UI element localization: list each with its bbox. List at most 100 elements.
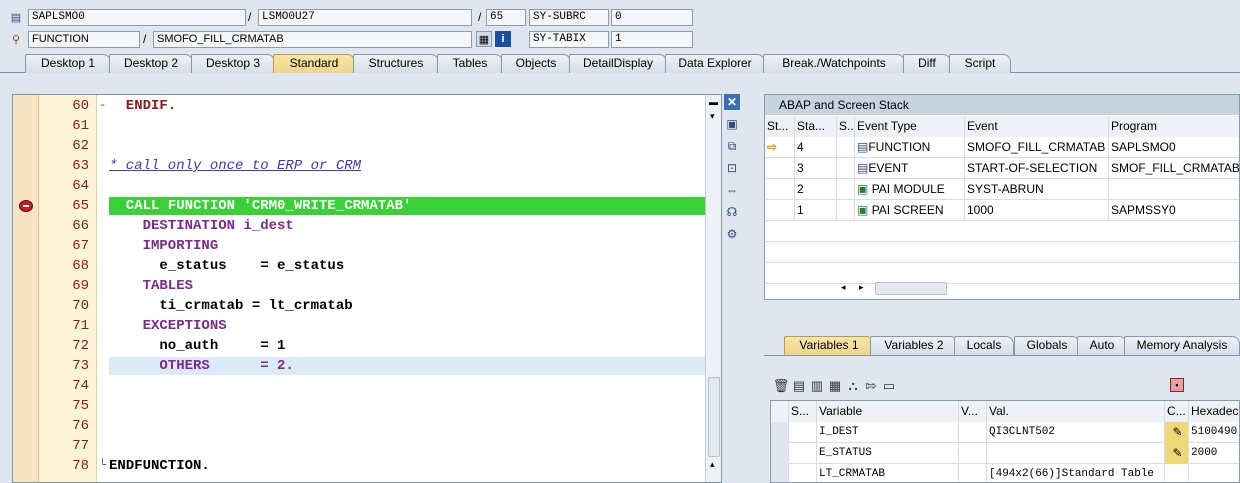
code-line-cursor[interactable]: 73 OTHERS = 2. bbox=[13, 356, 705, 376]
table-row[interactable]: I_DEST QI3CLNT502 ✎ 5100490 bbox=[771, 422, 1239, 443]
variable-name-cell[interactable]: E_STATUS bbox=[817, 443, 959, 464]
copy-icon[interactable]: ⧉ bbox=[724, 138, 740, 154]
program-field[interactable]: SAPLSMO0 bbox=[28, 9, 246, 26]
table-row[interactable]: ⇨ 4 ▤FUNCTION SMOFO_FILL_CRMATAB SAPLSMO… bbox=[765, 137, 1239, 158]
column-header[interactable]: Variable bbox=[817, 401, 959, 422]
value-cell[interactable] bbox=[987, 443, 1165, 464]
column-header[interactable]: St... bbox=[765, 116, 795, 137]
line-field[interactable]: 65 bbox=[486, 9, 526, 26]
variable-name-cell[interactable]: I_DEST bbox=[817, 422, 959, 443]
code-line[interactable]: 74 bbox=[13, 376, 705, 396]
navigate-icon[interactable]: ⇰ bbox=[862, 378, 880, 394]
table-row[interactable]: E_STATUS ✎ 2000 bbox=[771, 443, 1239, 464]
table-row[interactable]: 2 ▣ PAI MODULE SYST-ABRUN bbox=[765, 179, 1239, 200]
tab-desktop-1[interactable]: Desktop 1 bbox=[25, 54, 111, 73]
maximize-icon[interactable]: ⊡ bbox=[724, 160, 740, 176]
column-header[interactable]: Val. bbox=[987, 401, 1165, 422]
column-header[interactable]: Event bbox=[965, 116, 1109, 137]
code-line[interactable]: 60 - ENDIF. bbox=[13, 96, 705, 116]
tab-variables-2[interactable]: Variables 2 bbox=[870, 336, 958, 355]
tab-desktop-3[interactable]: Desktop 3 bbox=[191, 54, 275, 73]
display-icon[interactable]: ▦ bbox=[476, 31, 492, 47]
delete-icon[interactable]: 🗑 bbox=[772, 378, 790, 394]
code-line[interactable]: 68 e_status = e_status bbox=[13, 256, 705, 276]
tab-objects[interactable]: Objects bbox=[501, 54, 571, 73]
headset-icon[interactable]: ☊ bbox=[724, 204, 740, 220]
code-line[interactable]: 77 bbox=[13, 436, 705, 456]
tab-data-explorer[interactable]: Data Explorer bbox=[665, 54, 765, 73]
column-header[interactable]: Event Type bbox=[855, 116, 965, 137]
code-line-current[interactable]: 65 CALL FUNCTION 'CRM0_WRITE_CRMATAB' bbox=[13, 196, 705, 216]
scroll-up-arrow-icon[interactable]: ▬ bbox=[709, 97, 718, 107]
import-icon[interactable]: ▤ bbox=[790, 378, 808, 394]
folder-icon[interactable]: ▭ bbox=[880, 378, 898, 394]
code-line[interactable]: 78 └ ENDFUNCTION. bbox=[13, 456, 705, 476]
column-header[interactable]: V... bbox=[959, 401, 987, 422]
include-field[interactable]: LSMO0U27 bbox=[258, 9, 472, 26]
info-icon[interactable]: i bbox=[495, 31, 511, 47]
code-line[interactable]: 66 DESTINATION i_dest bbox=[13, 216, 705, 236]
row-selector[interactable] bbox=[771, 443, 789, 464]
tab-breakpoints[interactable]: Break./Watchpoints bbox=[763, 54, 905, 73]
scroll-up-icon[interactable]: ▾ bbox=[710, 111, 715, 122]
value-cell[interactable]: QI3CLNT502 bbox=[987, 422, 1165, 443]
value-cell[interactable]: [494x2(66)]Standard Table bbox=[987, 464, 1165, 482]
code-line[interactable]: 71 EXCEPTIONS bbox=[13, 316, 705, 336]
type-field[interactable]: FUNCTION bbox=[28, 31, 140, 48]
close-icon[interactable]: ✕ bbox=[724, 94, 740, 110]
subrc-value[interactable]: 0 bbox=[611, 9, 693, 26]
table-row[interactable]: LT_CRMATAB [494x2(66)]Standard Table bbox=[771, 464, 1239, 482]
scroll-right-icon[interactable]: ▸ bbox=[859, 282, 864, 293]
column-header[interactable]: Sta... bbox=[795, 116, 837, 137]
table-row[interactable]: 1 ▣ PAI SCREEN 1000 SAPMSSY0 bbox=[765, 200, 1239, 221]
export-icon[interactable]: ▥ bbox=[808, 378, 826, 394]
tab-variables-1[interactable]: Variables 1 bbox=[784, 336, 874, 355]
column-header[interactable]: C... bbox=[1165, 401, 1189, 422]
code-line[interactable]: 64 bbox=[13, 176, 705, 196]
scroll-thumb[interactable] bbox=[875, 282, 947, 295]
tab-tables[interactable]: Tables bbox=[437, 54, 503, 73]
row-selector[interactable] bbox=[771, 422, 789, 443]
tab-memory-analysis[interactable]: Memory Analysis bbox=[1124, 336, 1240, 355]
tab-globals[interactable]: Globals bbox=[1014, 336, 1080, 355]
tabix-value[interactable]: 1 bbox=[611, 31, 693, 48]
code-line[interactable]: 70 ti_crmatab = lt_crmatab bbox=[13, 296, 705, 316]
code-line[interactable]: 67 IMPORTING bbox=[13, 236, 705, 256]
code-line[interactable]: 63 * call only once to ERP or CRM bbox=[13, 156, 705, 176]
editor-vertical-scrollbar[interactable]: ▬ ▾ ▴ bbox=[705, 95, 721, 482]
tab-standard[interactable]: Standard bbox=[273, 54, 355, 73]
code-line[interactable]: 61 bbox=[13, 116, 705, 136]
tab-script[interactable]: Script bbox=[949, 54, 1011, 73]
save-variables-icon[interactable]: ▦ bbox=[826, 378, 844, 394]
function-name-field[interactable]: SMOFO_FILL_CRMATAB bbox=[153, 31, 472, 48]
settings-icon[interactable]: ⚙ bbox=[724, 226, 740, 242]
scroll-left-icon[interactable]: ◂ bbox=[841, 282, 846, 293]
column-header[interactable]: Hexadeci bbox=[1189, 401, 1239, 422]
row-selector[interactable] bbox=[771, 401, 789, 422]
source-editor[interactable]: 60 - ENDIF. 61 62 63 * call only once to… bbox=[12, 94, 722, 483]
row-selector[interactable] bbox=[771, 464, 789, 482]
scroll-down-icon[interactable]: ▴ bbox=[710, 459, 715, 470]
tab-auto[interactable]: Auto bbox=[1077, 336, 1127, 355]
tree-icon[interactable]: ⛬ bbox=[844, 378, 862, 394]
tab-detaildisplay[interactable]: DetailDisplay bbox=[569, 54, 667, 73]
tab-structures[interactable]: Structures bbox=[353, 54, 439, 73]
tab-locals[interactable]: Locals bbox=[954, 336, 1014, 355]
code-line[interactable]: 75 bbox=[13, 396, 705, 416]
column-header[interactable]: S... bbox=[837, 116, 855, 137]
save-icon[interactable]: ▪ bbox=[1170, 378, 1184, 392]
code-line[interactable]: 62 bbox=[13, 136, 705, 156]
edit-pencil-icon[interactable]: ✎ bbox=[1165, 422, 1189, 443]
new-window-icon[interactable]: ▣ bbox=[724, 116, 740, 132]
tab-diff[interactable]: Diff bbox=[903, 54, 951, 73]
swap-icon[interactable]: ⇔ bbox=[724, 182, 740, 198]
variable-name-cell[interactable]: LT_CRMATAB bbox=[817, 464, 959, 482]
column-header[interactable]: Program bbox=[1109, 116, 1239, 137]
edit-pencil-icon[interactable]: ✎ bbox=[1165, 443, 1189, 464]
breakpoint-icon[interactable] bbox=[19, 200, 33, 212]
table-row[interactable]: 3 ▤EVENT START-OF-SELECTION SMOF_FILL_CR… bbox=[765, 158, 1239, 179]
code-line[interactable]: 76 bbox=[13, 416, 705, 436]
column-header[interactable]: S... bbox=[789, 401, 817, 422]
stack-horizontal-scrollbar[interactable]: ◂ ▸ bbox=[841, 281, 1239, 297]
scroll-thumb[interactable] bbox=[708, 377, 720, 457]
